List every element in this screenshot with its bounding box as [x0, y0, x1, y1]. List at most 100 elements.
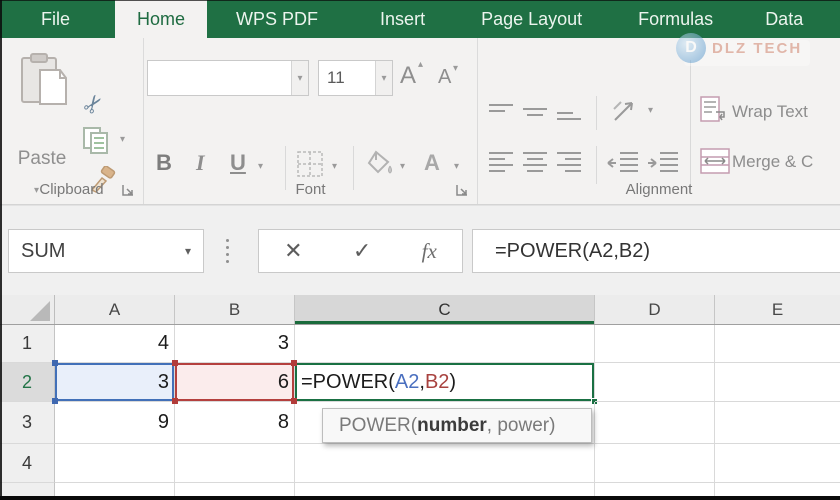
tooltip-bold-arg: number	[417, 415, 487, 437]
cell-B4[interactable]	[175, 444, 295, 483]
bold-button[interactable]: B	[156, 150, 172, 176]
range-handle-icon	[52, 360, 58, 366]
cell-E1[interactable]	[715, 325, 840, 363]
tab-formulas[interactable]: Formulas	[621, 0, 730, 38]
fill-color-button[interactable]	[366, 148, 396, 183]
paste-button[interactable]	[18, 52, 70, 113]
tab-data[interactable]: Data	[748, 0, 820, 38]
cancel-icon[interactable]: ✕	[284, 238, 302, 264]
column-header-E[interactable]: E	[715, 295, 840, 324]
cell-D4[interactable]	[595, 444, 715, 483]
shrink-caret-icon: ▾	[453, 64, 458, 74]
fill-color-caret-icon[interactable]: ▾	[400, 162, 405, 172]
column-header-row: A B C D E	[0, 295, 840, 325]
align-top-icon	[488, 102, 514, 122]
tab-file[interactable]: File	[24, 0, 87, 38]
tab-wps-pdf[interactable]: WPS PDF	[219, 0, 335, 38]
tab-page-layout[interactable]: Page Layout	[464, 0, 599, 38]
cell-A4[interactable]	[55, 444, 175, 483]
align-bottom-icon	[556, 102, 582, 122]
alignment-group-label: Alignment	[478, 181, 840, 198]
column-header-B[interactable]: B	[175, 295, 295, 324]
name-box-caret-icon[interactable]: ▾	[185, 244, 191, 258]
cell-B2-referenced[interactable]: 6	[175, 363, 295, 402]
cell-D2[interactable]	[595, 363, 715, 402]
cut-button[interactable]: ✂	[76, 88, 111, 121]
grid-row-4: 4	[0, 444, 840, 483]
align-right-button[interactable]	[556, 150, 582, 181]
align-left-icon	[488, 150, 514, 176]
formula-bar: SUM ▾ ✕ ✓ fx =POWER(A2,B2)	[0, 205, 840, 295]
underline-caret-icon[interactable]: ▾	[258, 162, 263, 172]
font-dialog-launcher-icon[interactable]	[456, 184, 469, 196]
column-header-C[interactable]: C	[295, 295, 595, 324]
merge-center-button[interactable]	[700, 148, 730, 179]
font-color-caret-icon[interactable]: ▾	[454, 162, 459, 172]
font-name-combo[interactable]: ▾	[147, 60, 309, 96]
range-handle-icon	[291, 360, 297, 366]
orientation-caret-icon[interactable]: ▾	[648, 106, 653, 116]
cell-E2[interactable]	[715, 363, 840, 402]
wrap-text-button[interactable]	[700, 96, 728, 127]
column-header-D[interactable]: D	[595, 295, 715, 324]
cell-D3[interactable]	[595, 402, 715, 444]
align-bottom-button[interactable]	[556, 102, 582, 127]
align-top-button[interactable]	[488, 102, 514, 127]
row-header-3[interactable]: 3	[0, 402, 55, 444]
copy-button[interactable]	[82, 126, 112, 159]
grid-row-2: 2 3 6 =POWER(A2,B2)	[0, 363, 840, 402]
cell-A2-referenced[interactable]: 3	[55, 363, 175, 402]
wrap-text-icon	[700, 96, 728, 122]
cell-A3[interactable]: 9	[55, 402, 175, 444]
formula-bar-resize-dots[interactable]	[226, 239, 229, 263]
borders-caret-icon[interactable]: ▾	[332, 162, 337, 172]
align-center-button[interactable]	[522, 150, 548, 181]
row-header-2[interactable]: 2	[0, 363, 55, 402]
frame-edge-bottom	[0, 496, 840, 500]
name-box[interactable]: SUM ▾	[8, 229, 204, 273]
italic-button[interactable]: I	[196, 150, 205, 176]
clipboard-dialog-launcher-icon[interactable]	[122, 184, 135, 196]
select-all-corner[interactable]	[0, 295, 55, 324]
grow-font-button[interactable]: A▴	[400, 62, 416, 90]
cell-E4[interactable]	[715, 444, 840, 483]
font-size-value: 11	[319, 61, 345, 95]
align-center-icon	[522, 150, 548, 176]
enter-check-icon[interactable]: ✓	[353, 238, 371, 264]
row-header-4[interactable]: 4	[0, 444, 55, 483]
decrease-indent-button[interactable]	[606, 150, 640, 181]
copy-dropdown-caret[interactable]: ▾	[120, 135, 125, 145]
function-tooltip: POWER(number, power)	[322, 408, 592, 443]
formula-suffix: )	[449, 371, 456, 394]
insert-function-icon[interactable]: fx	[422, 239, 437, 264]
cell-C4[interactable]	[295, 444, 595, 483]
cell-B2-value: 6	[278, 371, 289, 394]
increase-indent-button[interactable]	[646, 150, 680, 181]
borders-button[interactable]	[296, 150, 324, 183]
alignment-separator-1	[596, 96, 597, 130]
cell-E3[interactable]	[715, 402, 840, 444]
cell-C2-active-editing[interactable]: =POWER(A2,B2)	[295, 363, 595, 402]
column-header-A[interactable]: A	[55, 295, 175, 324]
row-header-1[interactable]: 1	[0, 325, 55, 363]
align-middle-button[interactable]	[522, 102, 548, 127]
shrink-font-button[interactable]: A▾	[438, 66, 451, 89]
font-size-caret-icon[interactable]: ▾	[375, 61, 392, 95]
cell-B3[interactable]: 8	[175, 402, 295, 444]
font-color-button[interactable]: A	[424, 150, 440, 176]
formula-ref-B2: B2	[425, 371, 449, 394]
increase-indent-icon	[646, 150, 680, 176]
cell-A1[interactable]: 4	[55, 325, 175, 363]
align-left-button[interactable]	[488, 150, 514, 181]
underline-button[interactable]: U	[230, 150, 246, 176]
clipboard-icon	[18, 52, 70, 108]
font-name-caret-icon[interactable]: ▾	[291, 61, 308, 95]
tab-home[interactable]: Home	[115, 0, 207, 38]
tab-insert[interactable]: Insert	[363, 0, 442, 38]
cell-C1[interactable]	[295, 325, 595, 363]
font-size-combo[interactable]: 11 ▾	[318, 60, 393, 96]
cell-B1[interactable]: 3	[175, 325, 295, 363]
cell-D1[interactable]	[595, 325, 715, 363]
formula-input[interactable]: =POWER(A2,B2)	[472, 229, 840, 273]
orientation-button[interactable]	[610, 96, 640, 131]
